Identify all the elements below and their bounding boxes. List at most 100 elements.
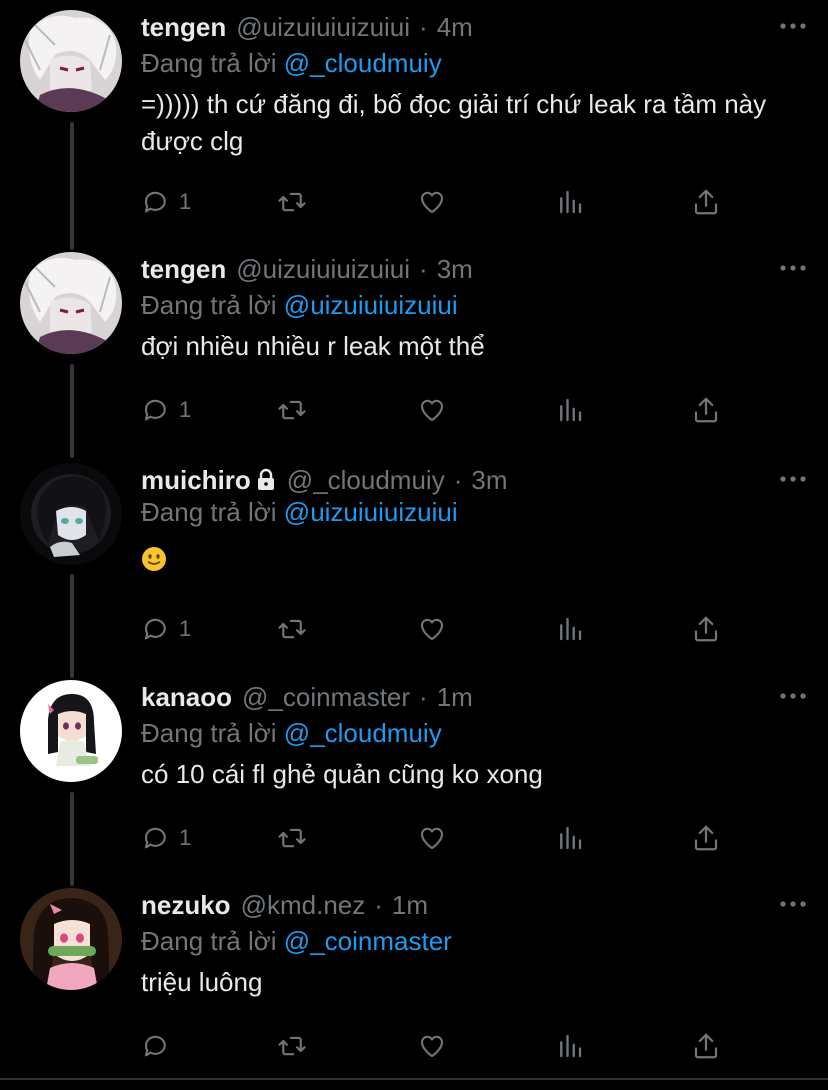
retweet-button[interactable] [277,390,307,430]
separator-dot: · [419,682,428,712]
reply-button[interactable]: 1 [141,182,191,222]
views-button[interactable] [555,1026,585,1066]
avatar[interactable] [20,463,122,565]
action-bar: 1 [141,609,731,649]
views-button[interactable] [555,609,585,649]
reply-button[interactable]: 1 [141,390,191,430]
replying-to-label: Đang trả lời [141,926,277,956]
reply-icon [144,399,166,421]
analytics-icon [560,1034,582,1058]
heart-icon [420,399,444,422]
slightly-smiling-face-icon [142,547,166,571]
tweet[interactable]: muichiro @_cloudmuiy · 3m Đang trả lời @… [0,463,828,673]
divider [0,1078,828,1080]
replying-to-label: Đang trả lời [141,48,277,78]
action-bar [141,1026,731,1066]
tweet-text: =))))) th cứ đăng đi, bố đọc giải trí ch… [141,89,767,156]
retweet-button[interactable] [277,182,307,222]
replying-to: Đang trả lời @_coinmaster [141,922,808,960]
mention-link[interactable]: @_cloudmuiy [284,718,442,748]
timestamp[interactable]: 3m [437,252,473,286]
views-button[interactable] [555,390,585,430]
share-button[interactable] [691,390,721,430]
reply-button[interactable]: 1 [141,609,191,649]
like-button[interactable] [417,609,447,649]
timestamp[interactable]: 1m [392,888,428,922]
replying-to-label: Đang trả lời [141,497,277,527]
timestamp[interactable]: 3m [471,463,507,497]
analytics-icon [560,398,582,422]
retweet-icon [278,619,306,639]
like-button[interactable] [417,182,447,222]
views-button[interactable] [555,818,585,858]
tweet-text: có 10 cái fl ghẻ quản cũng ko xong [141,759,543,789]
share-button[interactable] [691,818,721,858]
more-icon[interactable] [778,686,808,706]
avatar[interactable] [20,680,122,782]
heart-icon [420,827,444,850]
reply-icon [144,618,166,640]
reply-icon [144,827,166,849]
share-button[interactable] [691,1026,721,1066]
avatar[interactable] [20,888,122,990]
author-name[interactable]: kanaoo [141,680,232,714]
mention-link[interactable]: @uizuiuiuizuiui [284,497,458,527]
replying-to-label: Đang trả lời [141,290,277,320]
more-icon[interactable] [778,258,808,278]
author-name[interactable]: muichiro [141,463,251,497]
reply-count: 1 [179,616,192,641]
avatar[interactable] [20,252,122,354]
tweet[interactable]: nezuko @kmd.nez · 1m Đang trả lời @_coin… [0,888,828,1078]
lock-icon [257,468,274,490]
more-icon[interactable] [778,469,808,489]
tweet[interactable]: tengen @uizuiuiuizuiui · 3m Đang trả lời… [0,252,828,452]
reply-count: 1 [179,189,192,214]
analytics-icon [560,190,582,214]
views-button[interactable] [555,182,585,222]
separator-dot: · [374,890,383,920]
like-button[interactable] [417,818,447,858]
heart-icon [420,1035,444,1058]
author-name[interactable]: tengen [141,10,226,44]
author-handle[interactable]: @uizuiuiuizuiui [236,10,410,44]
author-name[interactable]: tengen [141,252,226,286]
action-bar: 1 [141,182,731,222]
timestamp[interactable]: 4m [437,10,473,44]
reply-icon [144,191,166,213]
timestamp[interactable]: 1m [437,680,473,714]
tweet-text: triệu luông [141,967,263,997]
analytics-icon [560,826,582,850]
mention-link[interactable]: @_coinmaster [284,926,452,956]
replying-to: Đang trả lời @uizuiuiuizuiui [141,493,808,531]
author-handle[interactable]: @uizuiuiuizuiui [236,252,410,286]
tweet[interactable]: kanaoo @_coinmaster · 1m Đang trả lời @_… [0,680,828,880]
retweet-button[interactable] [277,609,307,649]
tweet[interactable]: tengen @uizuiuiuizuiui · 4m Đang trả lời… [0,10,828,250]
more-icon[interactable] [778,894,808,914]
retweet-button[interactable] [277,1026,307,1066]
reply-count: 1 [179,397,192,422]
mention-link[interactable]: @uizuiuiuizuiui [284,290,458,320]
share-icon [694,616,718,642]
separator-dot: · [419,254,428,284]
replying-to: Đang trả lời @_cloudmuiy [141,714,808,752]
author-handle[interactable]: @_coinmaster [242,680,410,714]
reply-button[interactable] [141,1026,179,1066]
avatar[interactable] [20,10,122,112]
like-button[interactable] [417,1026,447,1066]
retweet-button[interactable] [277,818,307,858]
like-button[interactable] [417,390,447,430]
author-handle[interactable]: @kmd.nez [241,888,366,922]
reply-icon [144,1035,166,1057]
share-icon [694,397,718,423]
share-button[interactable] [691,609,721,649]
tweet-text [141,545,808,585]
share-icon [694,1033,718,1059]
reply-button[interactable]: 1 [141,818,191,858]
mention-link[interactable]: @_cloudmuiy [284,48,442,78]
author-name[interactable]: nezuko [141,888,231,922]
share-button[interactable] [691,182,721,222]
more-icon[interactable] [778,16,808,36]
retweet-icon [278,1036,306,1056]
author-handle[interactable]: @_cloudmuiy [287,463,445,497]
